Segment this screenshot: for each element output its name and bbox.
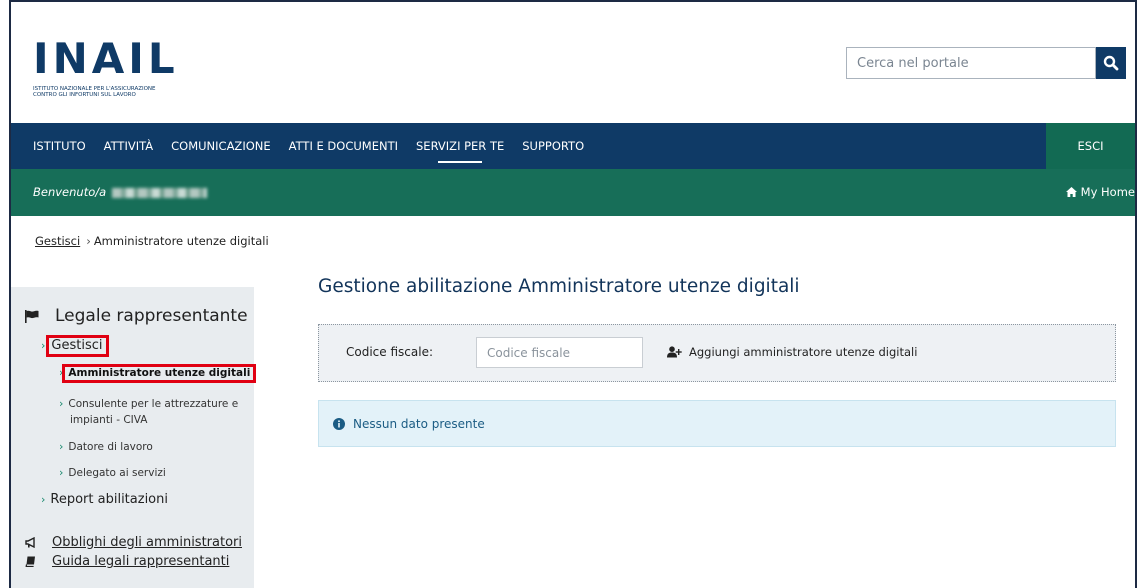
welcome-greeting: Benvenuto/a [33, 185, 208, 199]
search-input[interactable] [846, 47, 1096, 79]
nav-item-supporto[interactable]: SUPPORTO [522, 123, 584, 169]
sidebar-subitem-delegato-label: Delegato ai servizi [68, 467, 166, 479]
chevron-right-icon: › [59, 466, 64, 479]
my-home-link[interactable]: My Home [1065, 185, 1135, 199]
sidebar-item-report[interactable]: › Report abilitazioni [41, 492, 168, 507]
sidebar-subitem-consulente[interactable]: › Consulente per le attrezzature e impian… [59, 396, 238, 428]
book-icon [25, 556, 35, 567]
codice-fiscale-label: Codice fiscale: [346, 345, 433, 359]
info-message: Nessun dato presente [333, 417, 485, 431]
search-button[interactable] [1096, 47, 1126, 79]
greeting-label: Benvenuto/a [33, 185, 107, 199]
add-user-icon [667, 346, 682, 358]
sidebar-subitem-datore[interactable]: › Datore di lavoro [59, 439, 153, 455]
inail-logo[interactable]: INAIL ISTITUTO NAZIONALE PER L'ASSICURAZ… [33, 34, 223, 99]
chevron-right-icon: › [41, 339, 46, 352]
blurred-username [112, 187, 208, 198]
sidebar-link-guida-label: Guida legali rappresentanti [52, 554, 230, 569]
sidebar-subitem-consulente-line1: Consulente per le attrezzature e [68, 398, 239, 410]
add-administrator-label: Aggiungi amministratore utenze digitali [689, 345, 918, 359]
nav-item-atti-e-documenti[interactable]: ATTI E DOCUMENTI [289, 123, 398, 169]
breadcrumb-separator-icon: › [86, 234, 91, 248]
flag-icon [25, 309, 39, 323]
home-icon [1065, 187, 1077, 197]
sidebar-item-gestisci-label: Gestisci [46, 335, 109, 357]
sidebar-link-obblighi-label: Obblighi degli amministratori [52, 535, 242, 550]
breadcrumb-gestisci-link[interactable]: Gestisci [35, 234, 80, 248]
logo-wordmark: INAIL [33, 34, 179, 83]
sidebar-subitem-amministratore-label: Amministratore utenze digitali [62, 364, 257, 383]
logout-button[interactable]: ESCI [1046, 123, 1135, 169]
sidebar-subitem-consulente-line2: impianti - CIVA [70, 414, 148, 426]
chevron-right-icon: › [59, 440, 64, 453]
my-home-label: My Home [1080, 185, 1135, 199]
sidebar-item-report-label: Report abilitazioni [50, 492, 168, 507]
nav-item-servizi-per-te[interactable]: SERVIZI PER TE [416, 123, 504, 169]
sidebar-subitem-amministratore[interactable]: › Amministratore utenze digitali [59, 364, 257, 383]
breadcrumb-current: Amministratore utenze digitali [93, 234, 269, 248]
codice-fiscale-input[interactable] [476, 337, 643, 368]
info-message-text: Nessun dato presente [353, 417, 485, 431]
chevron-right-icon: › [41, 493, 46, 506]
sidebar-item-gestisci[interactable]: › Gestisci [41, 335, 109, 357]
breadcrumb: Gestisci › Amministratore utenze digitali [35, 234, 269, 248]
add-administrator-button[interactable]: Aggiungi amministratore utenze digitali [667, 345, 917, 359]
sidebar: Legale rappresentante › Gestisci › Amminis… [11, 287, 257, 588]
logo-subtitle-line2: CONTRO GLI INFORTUNI SUL LAVORO [33, 92, 136, 98]
site-header: INAIL ISTITUTO NAZIONALE PER L'ASSICURAZ… [11, 2, 1135, 123]
search-icon [1103, 55, 1119, 71]
sidebar-link-obblighi[interactable]: Obblighi degli amministratori [25, 535, 242, 550]
info-alert: Nessun dato presente [318, 400, 1116, 447]
nav-item-istituto[interactable]: ISTITUTO [33, 123, 86, 169]
welcome-bar: Benvenuto/a My Home [11, 169, 1135, 216]
nav-item-comunicazione[interactable]: COMUNICAZIONE [171, 123, 271, 169]
info-icon [333, 418, 345, 430]
sidebar-link-guida[interactable]: Guida legali rappresentanti [25, 554, 229, 569]
nav-item-attivita[interactable]: ATTIVITÀ [104, 123, 153, 169]
sidebar-subitem-datore-label: Datore di lavoro [68, 441, 153, 453]
chevron-right-icon: › [59, 397, 64, 410]
sidebar-title: Legale rappresentante [25, 306, 248, 326]
megaphone-icon [25, 537, 35, 548]
search-form-panel: Codice fiscale: Aggiungi amministratore … [318, 324, 1116, 382]
page-title: Gestione abilitazione Amministratore ute… [318, 276, 800, 297]
search-bar [846, 47, 1126, 79]
logo-subtitle: ISTITUTO NAZIONALE PER L'ASSICURAZIONE C… [33, 86, 223, 98]
sidebar-title-text: Legale rappresentante [55, 306, 248, 326]
main-nav: ISTITUTO ATTIVITÀ COMUNICAZIONE ATTI E D… [11, 123, 1135, 169]
sidebar-subitem-delegato[interactable]: › Delegato ai servizi [59, 465, 166, 481]
